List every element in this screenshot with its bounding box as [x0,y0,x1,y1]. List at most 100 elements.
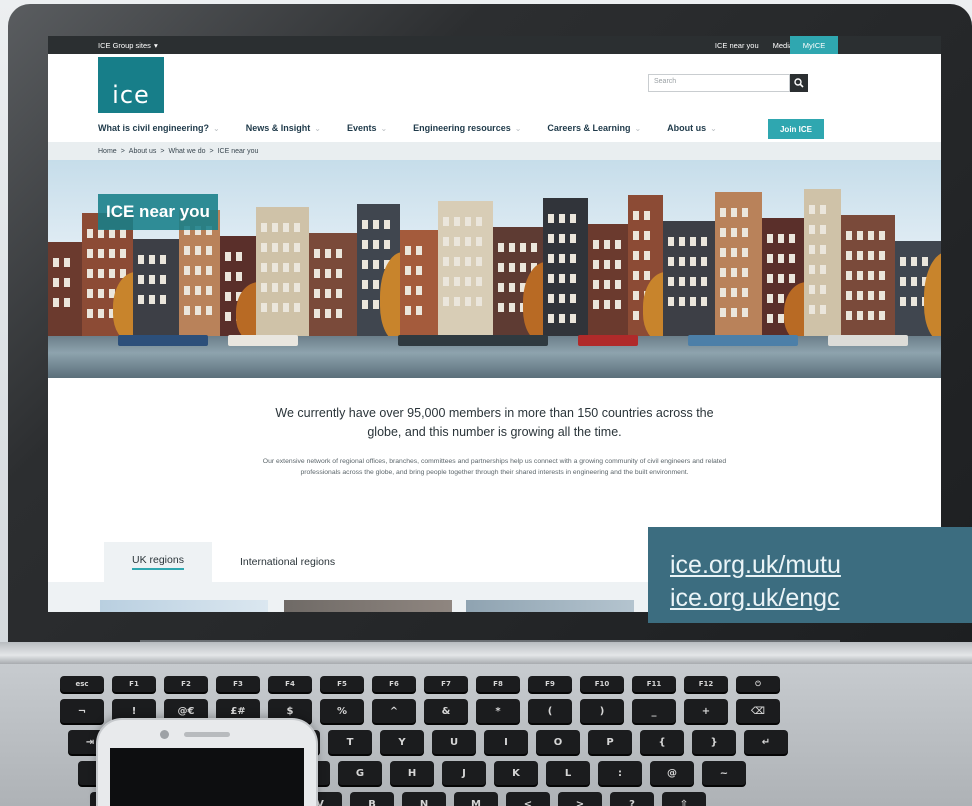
house-window [443,257,449,266]
keyboard-key: + [684,699,728,723]
house-window [498,283,504,292]
house-window [679,237,685,246]
house-window [570,254,576,263]
region-card-image[interactable] [284,600,452,612]
house-window [809,305,815,314]
myice-button[interactable]: MyICE [790,36,838,54]
region-card-image[interactable] [466,600,634,612]
nav-label: Engineering resources [413,123,511,133]
house-window [160,295,166,304]
keyboard-key: F2 [164,676,208,692]
canal-house [588,224,628,342]
house-window [325,289,331,298]
house-window [857,231,863,240]
house-window [416,266,422,275]
house-window [559,274,565,283]
canal-boat [228,335,298,346]
house-window [548,214,554,223]
nav-what-is-civil-engineering[interactable]: What is civil engineering? ⌄ [98,123,220,133]
house-window [742,228,748,237]
house-window [559,214,565,223]
group-sites-label: ICE Group sites [98,40,151,50]
house-window [160,275,166,284]
house-window [120,249,126,258]
house-window [509,303,515,312]
house-window [820,305,826,314]
url-link-mutu[interactable]: ice.org.uk/mutu [670,549,972,582]
house-window [294,243,300,252]
canal-boat [118,335,208,346]
house-window [443,277,449,286]
keyboard-key: F12 [684,676,728,692]
keyboard-key: ⏻ [736,676,780,692]
canal-house [256,207,309,342]
search-input[interactable]: Search [648,74,790,92]
breadcrumb-about-us[interactable]: About us [129,148,157,155]
keyboard-key: ⇧ [662,792,706,806]
tab-international-regions[interactable]: International regions [212,542,363,582]
house-window [846,291,852,300]
house-window [615,240,621,249]
region-card-image[interactable] [100,600,268,612]
house-window [690,257,696,266]
house-window [668,277,674,286]
breadcrumb-home[interactable]: Home [98,148,117,155]
house-window [225,312,231,321]
house-window [206,266,212,275]
keyboard-key: H [390,761,434,785]
keyboard-key: @ [650,761,694,785]
main-navigation: What is civil engineering? ⌄ News & Insig… [48,114,941,142]
house-window [615,260,621,269]
utility-link-ice-near-you[interactable]: ICE near you [715,41,759,50]
breadcrumb-separator: > [160,147,165,155]
house-window [236,272,242,281]
keyboard-key: F4 [268,676,312,692]
house-window [384,240,390,249]
house-window [454,237,460,246]
nav-label: Careers & Learning [547,123,631,133]
nav-news-insight[interactable]: News & Insight ⌄ [246,123,321,133]
house-window [742,268,748,277]
nav-label: About us [667,123,707,133]
search-button[interactable] [790,74,808,92]
house-window [336,289,342,298]
house-window [87,249,93,258]
house-window [476,297,482,306]
house-window [593,300,599,309]
house-window [900,297,906,306]
keyboard-key: < [506,792,550,806]
house-window [509,243,515,252]
house-window [87,289,93,298]
breadcrumb-what-we-do[interactable]: What we do [169,148,206,155]
house-window [314,309,320,318]
house-window [272,303,278,312]
keyboard-key: F7 [424,676,468,692]
ice-logo[interactable]: ice [98,57,164,113]
tab-uk-regions[interactable]: UK regions [104,542,212,582]
keyboard-key: B [350,792,394,806]
group-sites-menu[interactable]: ICE Group sites ▾ [98,41,158,50]
house-window [373,240,379,249]
nav-events[interactable]: Events ⌄ [347,123,387,133]
house-window [668,237,674,246]
house-window [731,308,737,317]
keyboard-key: N [402,792,446,806]
house-window [720,308,726,317]
join-ice-button[interactable]: Join ICE [768,119,824,139]
house-window [809,225,815,234]
house-window [701,297,707,306]
keyboard-key: T [328,730,372,754]
nav-engineering-resources[interactable]: Engineering resources ⌄ [413,123,521,133]
nav-careers-learning[interactable]: Careers & Learning ⌄ [547,123,641,133]
house-window [138,275,144,284]
canal-boat [398,335,548,346]
keyboard-key: G [338,761,382,785]
house-window [846,231,852,240]
house-window [87,309,93,318]
canal-house [663,221,715,342]
keyboard-key: * [476,699,520,723]
house-window [336,309,342,318]
house-window [846,251,852,260]
url-link-engc[interactable]: ice.org.uk/engc [670,582,972,615]
nav-about-us[interactable]: About us ⌄ [667,123,717,133]
